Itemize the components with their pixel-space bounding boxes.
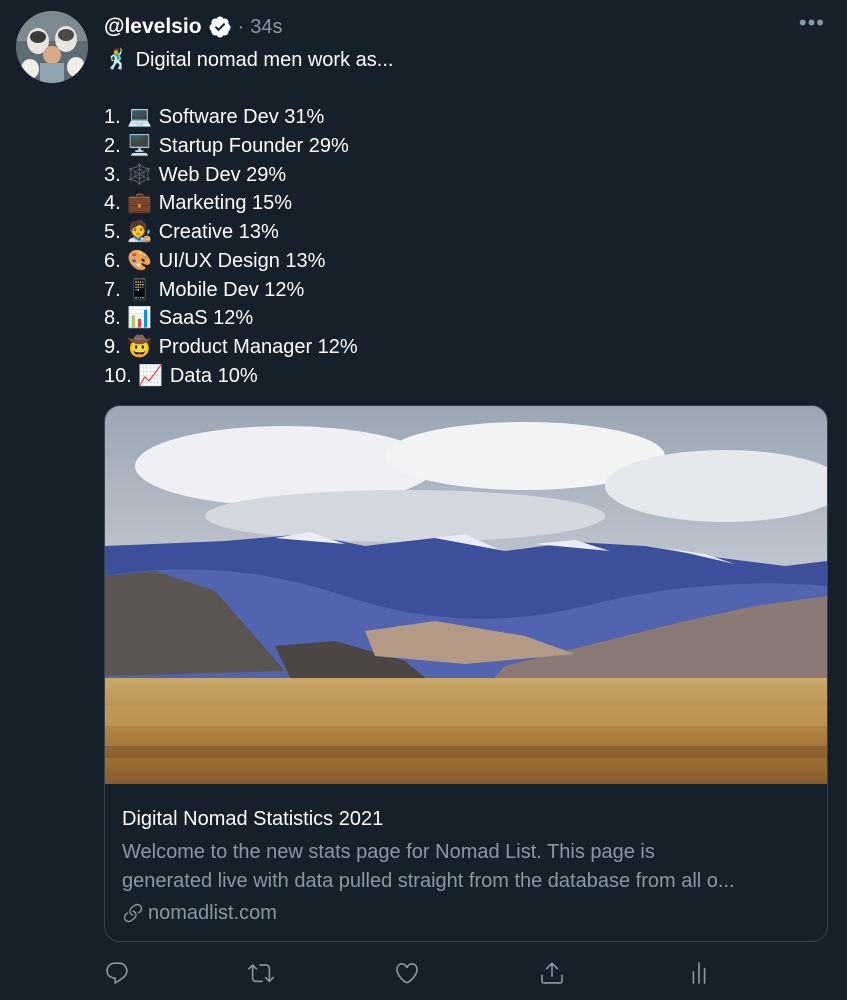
card-title: Digital Nomad Statistics 2021 [122,808,384,830]
list-item-emoji-icon: 🤠 [127,335,153,358]
list-item-text: Mobile Dev 12% [158,278,305,301]
list-item: 5. 🧑‍🎨 Creative 13% [104,218,393,247]
list-item-text: Web Dev 29% [158,163,287,186]
list-item: 6. 🎨 UI/UX Design 13% [104,247,393,276]
list-item-number: 6. [104,249,121,272]
list-item-emoji-icon: 💼 [127,192,153,215]
reply-button[interactable] [104,960,130,986]
tweet-intro: 🕺 Digital nomad men work as... [104,46,394,75]
list-item-emoji-icon: 📱 [127,278,153,301]
list-item: 10. 📈 Data 10% [104,362,393,391]
retweet-button[interactable] [248,960,274,986]
list-item-number: 7. [104,278,121,301]
list-item-emoji-icon: 📊 [127,307,153,330]
share-button[interactable] [539,960,565,986]
list-item: 7. 📱 Mobile Dev 12% [104,276,393,305]
list-item: 1. 💻 Software Dev 31% [104,103,393,132]
occupation-list: 1. 💻 Software Dev 31% 2. 🖥️ Startup Founder 2… [104,103,393,390]
list-item: 9. 🤠 Product Manager 12% [104,333,393,362]
list-item-text: UI/UX Design 13% [158,249,326,272]
list-item-text: SaaS 12% [158,307,254,330]
more-options-icon[interactable]: ••• [799,12,825,34]
reply-icon [106,962,128,984]
heart-icon [396,962,418,984]
avatar[interactable] [16,11,88,83]
list-item: 2. 🖥️ Startup Founder 29% [104,132,393,161]
list-item-emoji-icon: 🕸️ [127,163,153,186]
username[interactable]: @levelsio [104,15,202,39]
card-domain-text[interactable]: nomadlist.com [148,900,277,926]
list-item-number: 10. [104,364,132,387]
list-item-emoji-icon: 💻 [127,106,153,129]
tweet-header: @levelsio · 34s [104,13,282,41]
link-icon [123,903,143,923]
list-item-emoji-icon: 🖥️ [127,135,153,158]
retweet-icon [248,964,274,983]
verified-badge-icon [209,16,231,38]
avatar-image [16,11,88,83]
timestamp[interactable]: 34s [250,16,282,39]
tweet-actions [104,960,724,988]
list-item-text: Marketing 15% [158,192,293,215]
list-item: 8. 📊 SaaS 12% [104,304,393,333]
dancer-emoji-icon: 🕺 [104,49,130,71]
list-item: 4. 💼 Marketing 15% [104,189,393,218]
list-item-number: 4. [104,192,121,215]
share-icon [541,962,563,984]
card-image [105,406,827,784]
list-item-number: 9. [104,335,121,358]
list-item-number: 1. [104,106,121,129]
tweet-text: 🕺 Digital nomad men work as... 1. 💻 Softwa… [104,46,393,390]
list-item-number: 2. [104,135,121,158]
list-item: 3. 🕸️ Web Dev 29% [104,161,393,190]
card-description-line1: Welcome to the new stats page for Nomad … [122,841,655,863]
list-item-number: 5. [104,221,121,244]
list-item-text: Creative 13% [158,221,279,244]
list-item-emoji-icon: 📈 [138,364,164,387]
list-item-text: Product Manager 12% [158,335,358,358]
tweet-intro-text: Digital nomad men work as... [135,49,394,71]
analytics-button[interactable] [686,960,712,986]
analytics-icon [692,962,706,984]
list-item-number: 3. [104,163,121,186]
list-item-number: 8. [104,307,121,330]
card-description-line2: generated live with data pulled straight… [122,870,735,892]
list-item-text: Data 10% [169,364,258,387]
list-item-emoji-icon: 🧑‍🎨 [127,221,153,244]
list-item-emoji-icon: 🎨 [127,249,153,272]
card-description: Welcome to the new stats page for Nomad … [122,838,812,896]
link-card[interactable]: Digital Nomad Statistics 2021 Welcome to… [104,405,828,942]
like-button[interactable] [394,960,420,986]
list-item-text: Software Dev 31% [158,106,325,129]
card-domain: nomadlist.com [122,900,810,926]
list-item-text: Startup Founder 29% [158,135,349,158]
separator: · [237,15,245,38]
